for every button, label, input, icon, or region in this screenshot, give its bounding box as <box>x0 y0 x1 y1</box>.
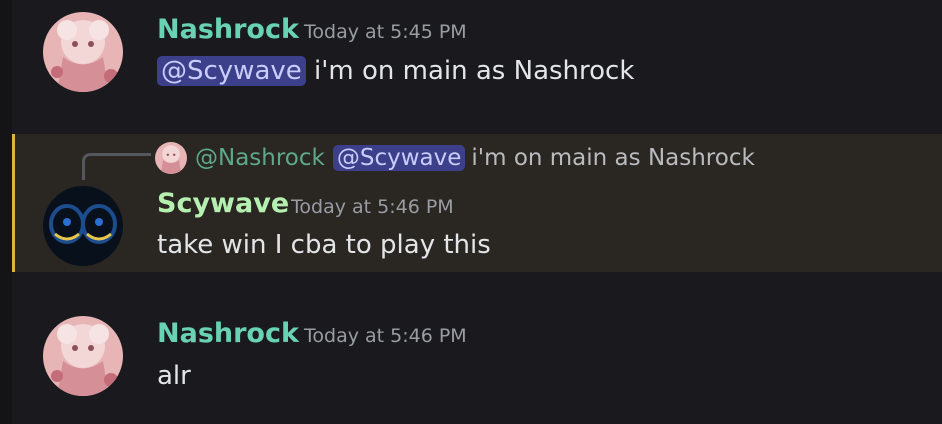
user-mention[interactable]: @Scywave <box>332 145 466 171</box>
username[interactable]: Scywave <box>157 188 289 219</box>
message-2[interactable]: @Nashrock @Scywave i'm on main as Nashro… <box>12 134 942 272</box>
scywave-avatar[interactable] <box>43 186 123 266</box>
dark-pattern-avatar-icon <box>43 186 123 266</box>
message-text: alr <box>157 361 191 391</box>
message-3[interactable]: Nashrock Today at 5:46 PM alr <box>12 300 942 424</box>
reply-preview[interactable]: @Nashrock @Scywave i'm on main as Nashro… <box>155 141 755 175</box>
message-text: i'm on main as Nashrock <box>305 56 635 86</box>
timestamp[interactable]: Today at 5:45 PM <box>304 21 467 43</box>
reply-text: i'm on main as Nashrock <box>471 145 755 171</box>
message-content: @Scywave i'm on main as Nashrock <box>157 56 634 86</box>
timestamp[interactable]: Today at 5:46 PM <box>291 196 454 218</box>
anime-avatar-icon <box>43 316 123 396</box>
username[interactable]: Nashrock <box>157 14 299 45</box>
reply-username[interactable]: @Nashrock <box>195 145 325 171</box>
nashrock-avatar[interactable] <box>43 316 123 396</box>
timestamp[interactable]: Today at 5:46 PM <box>304 325 467 347</box>
user-mention[interactable]: @Scywave <box>157 56 306 86</box>
username[interactable]: Nashrock <box>157 318 299 349</box>
reply-avatar <box>155 142 187 174</box>
chat-log: Nashrock Today at 5:45 PM @Scywave i'm o… <box>0 0 942 424</box>
anime-avatar-icon <box>155 142 187 174</box>
anime-avatar-icon <box>43 12 123 92</box>
left-gutter <box>0 0 12 424</box>
reply-connector <box>82 153 151 180</box>
message-text: take win I cba to play this <box>157 230 491 260</box>
message-1[interactable]: Nashrock Today at 5:45 PM @Scywave i'm o… <box>12 0 942 120</box>
nashrock-avatar[interactable] <box>43 12 123 92</box>
